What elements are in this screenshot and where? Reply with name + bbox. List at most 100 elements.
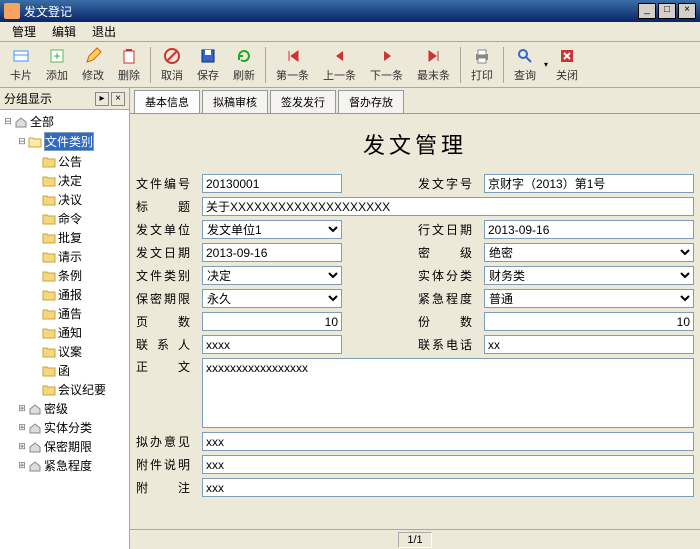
input-contact[interactable] [202,335,342,354]
toolbar-close-button[interactable]: 关闭 [550,45,584,85]
label-entity: 实体分类 [418,267,478,284]
home-icon [28,460,42,472]
toolbar-add-button[interactable]: +添加 [40,45,74,85]
select-entity[interactable]: 财务类 [484,266,694,285]
folder-icon [42,232,56,244]
print-icon [473,47,491,65]
tree-item[interactable]: 决议 [2,190,127,209]
input-action-date[interactable] [484,220,694,239]
select-send-unit[interactable]: 发文单位1 [202,220,342,239]
select-period[interactable]: 永久 [202,289,342,308]
label-send-date: 发文日期 [136,244,196,261]
next-icon [378,47,396,65]
folder-icon [42,365,56,377]
first-icon [284,47,302,65]
toolbar-print-button[interactable]: 打印 [465,45,499,85]
tree-item[interactable]: 公告 [2,152,127,171]
tree-item[interactable]: 会议纪要 [2,380,127,399]
tab-issue[interactable]: 签发发行 [270,90,336,113]
menubar: 管理 编辑 退出 [0,22,700,42]
toolbar-search-button[interactable]: 查询 [508,45,542,85]
label-title: 标 题 [136,198,196,215]
tab-draft-review[interactable]: 拟稿审核 [202,90,268,113]
input-remark[interactable] [202,478,694,497]
folder-icon [42,308,56,320]
toolbar-next-button[interactable]: 下一条 [364,45,409,85]
statusbar: 1/1 [130,529,700,549]
label-pages: 页 数 [136,313,196,330]
folder-icon [42,194,56,206]
input-attach[interactable] [202,455,694,474]
tree-item[interactable]: 通知 [2,323,127,342]
page-title: 发文管理 [136,120,694,174]
last-icon [425,47,443,65]
tree-item[interactable]: 命令 [2,209,127,228]
tree-item[interactable]: 议案 [2,342,127,361]
tree-group[interactable]: ⊞密级 [2,399,127,418]
close-window-button[interactable]: × [678,3,696,19]
tree-item[interactable]: 通告 [2,304,127,323]
label-doc-char: 发文字号 [418,175,478,192]
tree-root[interactable]: ⊟全部 [2,112,127,131]
toolbar-prev-button[interactable]: 上一条 [317,45,362,85]
folder-icon [42,175,56,187]
status-page: 1/1 [398,532,431,548]
textarea-body[interactable]: xxxxxxxxxxxxxxxxx [202,358,694,428]
tree-group[interactable]: ⊞紧急程度 [2,456,127,475]
tree-group[interactable]: ⊞保密期限 [2,437,127,456]
tree-item[interactable]: 批复 [2,228,127,247]
card-icon [12,47,30,65]
maximize-button[interactable]: □ [658,3,676,19]
folder-icon [42,270,56,282]
select-doc-type[interactable]: 决定 [202,266,342,285]
tree-item[interactable]: 决定 [2,171,127,190]
tree-item[interactable]: 请示 [2,247,127,266]
folder-icon [42,213,56,225]
label-attach: 附件说明 [136,456,196,473]
input-copies[interactable] [484,312,694,331]
search-dropdown-icon[interactable]: ▾ [544,60,548,69]
label-body: 正 文 [136,358,196,375]
input-phone[interactable] [484,335,694,354]
toolbar-refresh-button[interactable]: 刷新 [227,45,261,85]
edit-icon [84,47,102,65]
label-file-no: 文件编号 [136,175,196,192]
input-doc-char[interactable] [484,174,694,193]
select-secret[interactable]: 绝密 [484,243,694,262]
select-urgency[interactable]: 普通 [484,289,694,308]
toolbar-first-button[interactable]: 第一条 [270,45,315,85]
toolbar-cancel-button[interactable]: 取消 [155,45,189,85]
input-title[interactable] [202,197,694,216]
save-icon [199,47,217,65]
tree-cat-root[interactable]: ⊟文件类别 [2,131,127,152]
toolbar-card-button[interactable]: 卡片 [4,45,38,85]
tree-group[interactable]: ⊞实体分类 [2,418,127,437]
label-copies: 份 数 [418,313,478,330]
search-icon [516,47,534,65]
input-file-no[interactable] [202,174,342,193]
toolbar-last-button[interactable]: 最末条 [411,45,456,85]
close-icon [558,47,576,65]
toolbar-edit-button[interactable]: 修改 [76,45,110,85]
sidebar-pin-icon[interactable]: ▸ [95,92,109,106]
tree-item[interactable]: 通报 [2,285,127,304]
del-icon [120,47,138,65]
toolbar-save-button[interactable]: 保存 [191,45,225,85]
tree-item[interactable]: 函 [2,361,127,380]
folder-icon [28,136,42,148]
menu-manage[interactable]: 管理 [4,21,44,42]
tab-storage[interactable]: 督办存放 [338,90,404,113]
toolbar-del-button[interactable]: 删除 [112,45,146,85]
sidebar-close-icon[interactable]: × [111,92,125,106]
menu-edit[interactable]: 编辑 [44,21,84,42]
input-send-date[interactable] [202,243,342,262]
tree-item[interactable]: 条例 [2,266,127,285]
main-panel: 基本信息 拟稿审核 签发发行 督办存放 发文管理 文件编号 发文字号 标 题 [130,88,700,549]
input-opinion[interactable] [202,432,694,451]
input-pages[interactable] [202,312,342,331]
minimize-button[interactable]: _ [638,3,656,19]
menu-exit[interactable]: 退出 [84,21,124,42]
tab-basic-info[interactable]: 基本信息 [134,90,200,113]
label-contact: 联 系 人 [136,336,196,353]
window-title: 发文登记 [24,3,638,20]
